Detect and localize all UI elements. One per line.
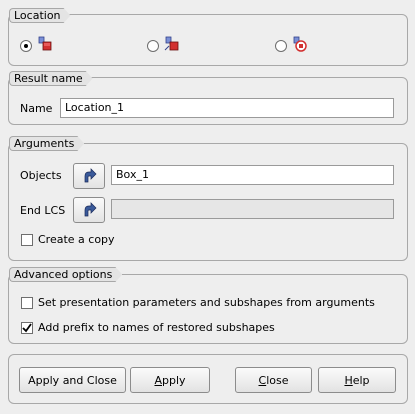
help-mnemonic: H bbox=[344, 373, 353, 387]
apply-and-close-button[interactable]: Apply and Close bbox=[19, 367, 126, 393]
shape-location-circle-icon bbox=[292, 36, 308, 52]
location-option-1-radio[interactable] bbox=[20, 40, 32, 52]
close-mnemonic: C bbox=[258, 373, 267, 387]
objects-select-button[interactable] bbox=[73, 163, 105, 189]
arguments-group-title: Arguments bbox=[9, 136, 84, 151]
create-copy-checkbox[interactable] bbox=[21, 234, 33, 246]
location-option-3-radio[interactable] bbox=[275, 40, 287, 52]
help-button[interactable]: Help bbox=[318, 367, 396, 393]
apply-button[interactable]: Apply bbox=[130, 367, 210, 393]
advanced-options-group-title: Advanced options bbox=[9, 267, 122, 282]
close-label-rest: lose bbox=[266, 373, 289, 387]
objects-label: Objects bbox=[20, 169, 62, 182]
apply-label-rest: pply bbox=[162, 373, 186, 387]
add-prefix-label: Add prefix to names of restored subshape… bbox=[38, 321, 275, 334]
name-input[interactable]: Location_1 bbox=[60, 98, 394, 118]
select-arrow-icon bbox=[81, 168, 97, 184]
help-label-rest: elp bbox=[352, 373, 370, 387]
location-group bbox=[8, 14, 408, 66]
shape-location-path-icon bbox=[164, 36, 180, 52]
close-button[interactable]: Close bbox=[235, 367, 312, 393]
end-lcs-label: End LCS bbox=[20, 204, 66, 217]
set-params-checkbox[interactable] bbox=[21, 297, 33, 309]
result-name-group-title: Result name bbox=[9, 71, 93, 86]
shape-location-icon bbox=[37, 36, 53, 52]
location-group-title: Location bbox=[9, 8, 71, 23]
checkmark-icon bbox=[22, 323, 32, 333]
apply-mnemonic: A bbox=[154, 373, 162, 387]
objects-input[interactable]: Box_1 bbox=[111, 165, 394, 185]
name-label: Name bbox=[20, 102, 53, 115]
set-params-label: Set presentation parameters and subshape… bbox=[38, 296, 375, 309]
add-prefix-checkbox[interactable] bbox=[21, 322, 33, 334]
end-lcs-input[interactable] bbox=[111, 199, 394, 219]
end-lcs-select-button[interactable] bbox=[73, 197, 105, 223]
select-arrow-icon bbox=[81, 202, 97, 218]
create-copy-label: Create a copy bbox=[38, 233, 115, 246]
location-option-2-radio[interactable] bbox=[147, 40, 159, 52]
